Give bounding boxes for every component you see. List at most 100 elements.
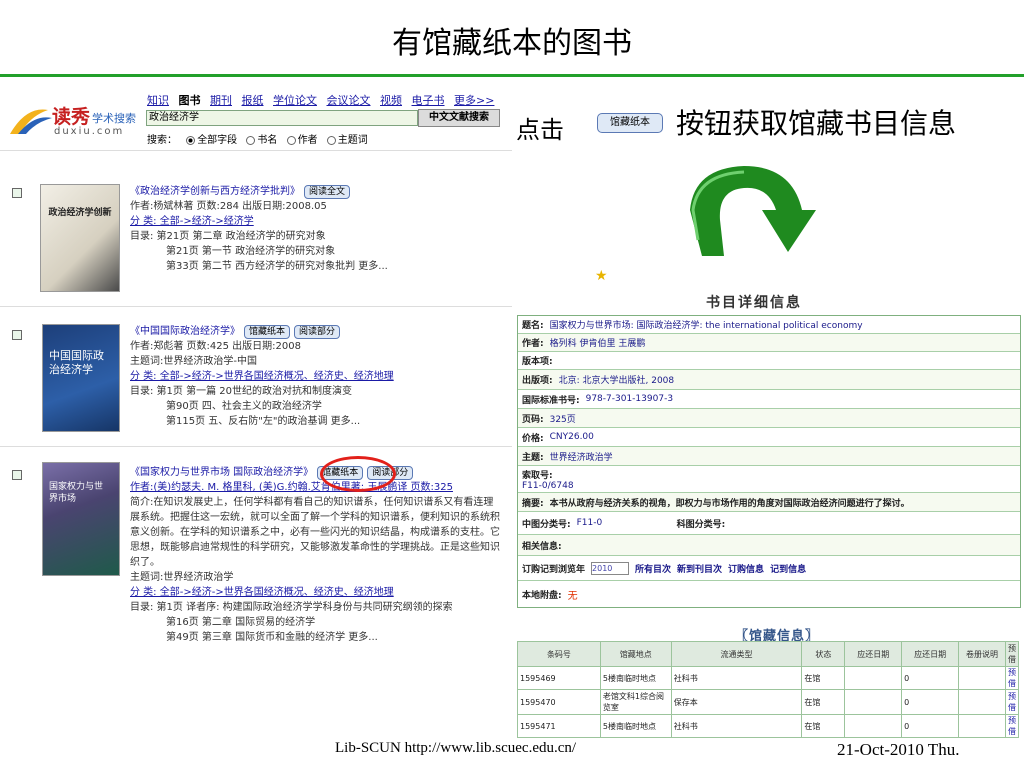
reserve-link[interactable]: 预借 [1005, 714, 1019, 738]
read-full-button[interactable]: 阅读全文 [304, 185, 351, 199]
cell-due [844, 689, 903, 715]
cell-due [844, 666, 903, 690]
cell-volume [958, 689, 1006, 715]
year-input[interactable]: 2010 [591, 561, 630, 575]
slide-title: 有馆藏纸本的图书 [392, 26, 632, 61]
radio-subject-label: 主题词 [337, 135, 368, 146]
detail-label: 题名: [522, 321, 544, 331]
result-item: 《政治经济学创新与西方经济学批判》 阅读全文 作者:杨斌林著 页数:284 出版日… [130, 184, 388, 274]
holdings-row: 1595471 5楼南临时地点 社科书 在馆 0 预借 [517, 714, 1019, 738]
book-cover[interactable]: 政治经济学创新 [40, 184, 120, 292]
footer-date: 21-Oct-2010 Thu. [837, 740, 960, 759]
detail-row: 国际标准书号: 978-7-301-13907-3 [518, 390, 1020, 409]
nav-newspapers[interactable]: 报纸 [242, 94, 264, 107]
result-divider [0, 306, 512, 307]
footer-url: Lib-SCUN http://www.lib.scuec.edu.cn/ [335, 740, 577, 756]
col-header: 应还日期 [901, 641, 960, 667]
cell-due [844, 714, 903, 738]
nav-more[interactable]: 更多>> [454, 94, 494, 107]
radio-title[interactable] [246, 135, 256, 145]
detail-label: 价格: [522, 433, 544, 444]
result-checkbox[interactable] [12, 330, 22, 340]
result-authors[interactable]: 作者:(美)约瑟夫. M. 格里科, (美)G.约翰.艾肯伯里著; 王展鹏译 页… [130, 480, 514, 495]
cell-status: 在馆 [801, 689, 846, 715]
cover-title: 中国国际政治经济学 [49, 349, 104, 376]
detail-value: CNY26.00 [549, 432, 594, 442]
nav-theses[interactable]: 学位论文 [273, 94, 317, 107]
result-category[interactable]: 分 类: 全部->经济->世界各国经济概况、经济史、经济地理 [130, 585, 514, 600]
link-arrival-info[interactable]: 记到信息 [770, 562, 806, 575]
result-title[interactable]: 《中国国际政治经济学》 [130, 326, 240, 337]
cover-title: 政治经济学创新 [48, 208, 112, 218]
nav-books[interactable]: 图书 [179, 94, 201, 107]
book-cover[interactable]: 国家权力与世界市场 [42, 462, 120, 576]
result-line: 目录: 第21页 第二章 政治经济学的研究对象 [130, 231, 326, 242]
radio-author-label: 作者 [297, 135, 318, 146]
cell-barcode: 1595471 [517, 714, 601, 738]
nav-journals[interactable]: 期刊 [210, 94, 232, 107]
col-header: 馆藏地点 [599, 641, 672, 667]
detail-label: 页码: [522, 414, 544, 425]
result-title[interactable]: 《政治经济学创新与西方经济学批判》 [130, 186, 300, 197]
result-category[interactable]: 分 类: 全部->经济->经济学 [130, 214, 388, 229]
detail-row: 摘要: 本书从政府与经济关系的视角，即权力与市场作用的角度对国际政治经济问题进行了… [518, 493, 1020, 512]
duxiu-logo[interactable]: 读秀 学术搜索 duxiu.com [8, 100, 140, 142]
radio-author[interactable] [286, 135, 296, 145]
cell-location: 5楼南临时地点 [599, 714, 672, 738]
radio-all-fields[interactable] [186, 135, 196, 145]
read-part-button[interactable]: 阅读部分 [294, 325, 341, 339]
detail-value: 本书从政府与经济关系的视角，即权力与市场作用的角度对国际政治经济问题进行了探讨。 [549, 498, 910, 509]
result-line: 目录: 第1页 第一篇 20世纪的政治对抗和制度演变 [130, 386, 352, 397]
nav-ebooks[interactable]: 电子书 [412, 94, 445, 107]
cell-location: 老馆文科1综合阅览室 [599, 689, 672, 715]
result-category[interactable]: 分 类: 全部->经济->世界各国经济概况、经济史、经济地理 [130, 369, 394, 384]
link-new-toc[interactable]: 新到刊目次 [677, 562, 722, 575]
nav-knowledge[interactable]: 知识 [147, 94, 169, 107]
detail-row: 订购记到浏览年 2010 所有目次 新到刊目次 订购信息 记到信息 [518, 556, 1020, 581]
result-divider [0, 446, 512, 447]
reserve-link[interactable]: 预借 [1005, 666, 1019, 690]
cell-status: 在馆 [801, 714, 846, 738]
detail-value: 国家权力与世界市场: 国际政治经济学: the international po… [549, 321, 863, 331]
nav-conference[interactable]: 会议论文 [327, 94, 371, 107]
detail-value: 978-7-301-13907-3 [585, 394, 674, 404]
detail-label: 索取号: [522, 470, 553, 481]
holdings-button-sample[interactable]: 馆藏纸本 [597, 113, 663, 133]
result-line: 第49页 第三章 国际货币和金融的经济学 更多... [166, 632, 378, 643]
link-order-info[interactable]: 订购信息 [728, 562, 764, 575]
result-abstract: 意义创新。在学科的知识谱系之中，必有一些闪光的知识结晶，构成谱系的支柱。它 [130, 527, 500, 538]
detail-value: F11-0 [576, 518, 603, 528]
result-title[interactable]: 《国家权力与世界市场 国际政治经济学》 [130, 467, 313, 478]
result-line: 第90页 四、社会主义的政治经济学 [166, 401, 322, 412]
cell-volume [958, 714, 1006, 738]
result-line: 第33页 第二节 西方经济学的研究对象批判 更多... [166, 261, 388, 272]
reserve-link[interactable]: 预借 [1005, 689, 1019, 715]
radio-title-label: 书名 [257, 135, 278, 146]
result-item: 《国家权力与世界市场 国际政治经济学》 馆藏纸本 阅读部分 作者:(美)约瑟夫. M… [130, 465, 514, 645]
detail-row: 相关信息: [518, 535, 1020, 556]
detail-row: 中图分类号: F11-0 科图分类号: [518, 512, 1020, 535]
search-button[interactable]: 中文文献搜索 [418, 109, 500, 127]
holdings-button[interactable]: 馆藏纸本 [244, 325, 291, 339]
cell-barcode: 1595470 [517, 689, 601, 715]
book-cover[interactable]: 中国国际政治经济学 [42, 324, 120, 432]
link-all-toc[interactable]: 所有目次 [635, 562, 671, 575]
cell-status: 在馆 [801, 666, 846, 690]
detail-label: 作者: [522, 339, 544, 349]
header-divider [0, 150, 512, 151]
highlight-circle [320, 456, 396, 492]
search-input[interactable]: 政治经济学 [146, 110, 418, 126]
detail-label: 订购记到浏览年 [522, 564, 586, 575]
radio-subject[interactable] [326, 135, 336, 145]
result-abstract: 展系统。把握住这一宏统，就可以全面了解一个学科的知识谱系，便利知识的系统积 [130, 512, 500, 523]
result-checkbox[interactable] [12, 470, 22, 480]
radio-all-fields-label: 全部字段 [197, 135, 238, 146]
result-line: 第115页 五、反右防"左"的政治基调 更多... [166, 416, 361, 427]
star-icon: ★ [595, 268, 608, 284]
cell-type: 社科书 [670, 714, 803, 738]
nav-video[interactable]: 视频 [380, 94, 402, 107]
detail-label: 中图分类号: [522, 519, 571, 530]
detail-row: 价格: CNY26.00 [518, 428, 1020, 447]
result-checkbox[interactable] [12, 188, 22, 198]
title-divider [0, 74, 1024, 77]
